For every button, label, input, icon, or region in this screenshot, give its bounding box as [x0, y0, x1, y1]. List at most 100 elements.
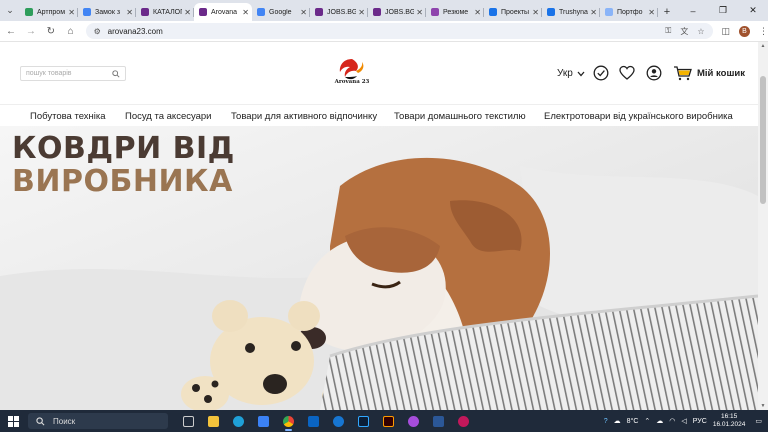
store-icon[interactable] [251, 410, 276, 432]
notifications-icon[interactable]: ▭ [755, 417, 762, 425]
site-info-icon[interactable]: ⚙ [94, 27, 102, 36]
tab-favicon-icon [431, 8, 439, 16]
network-icon[interactable]: ◠ [669, 417, 675, 425]
cart-label[interactable]: Мій кошик [697, 68, 745, 79]
outlook-icon[interactable] [326, 410, 351, 432]
tab-close-icon[interactable]: ✕ [648, 8, 655, 17]
window-controls: – ❐ ✕ [678, 0, 768, 21]
logo-text: Arovana 23 [334, 79, 370, 85]
browser-tab[interactable]: Артпром ✕ [20, 3, 78, 21]
tab-close-icon[interactable]: ✕ [184, 8, 191, 17]
browser-tab[interactable]: Резюме ✕ [426, 3, 484, 21]
illustrator-icon[interactable] [376, 410, 401, 432]
menu-item-appliances[interactable]: Побутова техніка [30, 111, 106, 122]
forward-icon[interactable]: → [22, 22, 40, 40]
menu-item-electronics[interactable]: Електротовари від українського виробника [544, 111, 733, 122]
minimize-icon[interactable]: – [678, 0, 708, 21]
browser-tab[interactable]: Портфо ✕ [600, 3, 658, 21]
address-bar[interactable]: ⚙ arovana23.com ⚿ 文 ☆ [85, 23, 713, 39]
back-icon[interactable]: ← [2, 22, 20, 40]
product-search-input[interactable]: пошук товарів [20, 66, 126, 81]
browser-tab[interactable]: JOBS.BG ✕ [310, 3, 368, 21]
browser-tab-strip: ⌄ Артпром ✕ Замок з ✕ КАТАЛОГ ✕ Arovana ✕ Google… [0, 0, 768, 21]
tray-chevron-icon[interactable]: ⌃ [644, 417, 650, 425]
clock[interactable]: 16:15 16.01.2024 [713, 413, 746, 429]
password-key-icon[interactable]: ⚿ [665, 26, 671, 36]
tab-favicon-icon [257, 8, 265, 16]
file-explorer-icon[interactable] [201, 410, 226, 432]
weather-temp[interactable]: 8°C [627, 418, 639, 425]
side-panel-icon[interactable]: ◫ [722, 26, 731, 37]
browser-tab[interactable]: Trushyna ✕ [542, 3, 600, 21]
tab-close-icon[interactable]: ✕ [242, 8, 249, 17]
hero-banner[interactable]: КОВДРИ ВІД ВИРОБНИКА [0, 126, 758, 410]
cart-icon[interactable] [673, 65, 693, 81]
photoshop-icon[interactable] [351, 410, 376, 432]
tab-close-icon[interactable]: ✕ [300, 8, 307, 17]
browser-menu-icon[interactable]: ⋮ [759, 26, 768, 37]
tab-title: Arovana [211, 8, 238, 16]
weather-icon[interactable]: ☁ [614, 417, 621, 425]
browser-tab[interactable]: Замок з ✕ [78, 3, 136, 21]
tab-title: Артпром [37, 8, 66, 16]
tab-close-icon[interactable]: ✕ [416, 8, 423, 17]
tab-favicon-icon [25, 8, 33, 16]
mail-icon[interactable] [301, 410, 326, 432]
page-scrollbar[interactable]: ▲ ▼ [758, 42, 768, 410]
tab-title: Портфо [617, 8, 643, 16]
media-player-icon[interactable] [451, 410, 476, 432]
menu-item-outdoor[interactable]: Товари для активного відпочинку [231, 111, 377, 122]
volume-icon[interactable]: ◁ [681, 417, 686, 425]
account-user-icon[interactable] [646, 65, 662, 81]
windows-taskbar: Поиск ? ☁ 8°C ⌃ ☁ ◠ ◁ РУС 16:15 16.01.20… [0, 410, 768, 432]
tab-favicon-icon [373, 8, 381, 16]
messenger-icon[interactable] [401, 410, 426, 432]
search-placeholder: пошук товарів [26, 70, 72, 77]
browser-tab[interactable]: Google ✕ [252, 3, 310, 21]
scrollbar-thumb[interactable] [760, 76, 766, 204]
tab-close-icon[interactable]: ✕ [532, 8, 539, 17]
clock-date: 16.01.2024 [712, 421, 746, 428]
task-view-icon[interactable] [176, 410, 201, 432]
scroll-down-icon[interactable]: ▼ [758, 403, 768, 409]
reload-icon[interactable]: ↻ [42, 22, 60, 40]
taskbar-search-label: Поиск [53, 416, 76, 426]
tab-close-icon[interactable]: ✕ [126, 8, 133, 17]
web-page: пошук товарів Arovana 23 Укр Мій кошик П… [0, 42, 758, 410]
tab-close-icon[interactable]: ✕ [68, 8, 75, 17]
tab-search-icon[interactable]: ⌄ [0, 0, 20, 21]
tab-close-icon[interactable]: ✕ [474, 8, 481, 17]
tab-title: Trushyna [559, 8, 588, 16]
input-language[interactable]: РУС [693, 418, 707, 425]
menu-item-textile[interactable]: Товари домашнього текстилю [394, 111, 526, 122]
scroll-up-icon[interactable]: ▲ [758, 43, 768, 49]
tab-favicon-icon [315, 8, 323, 16]
new-tab-icon[interactable]: + [658, 3, 676, 21]
bookmark-star-icon[interactable]: ☆ [697, 27, 704, 36]
windows-start-icon[interactable] [0, 410, 26, 432]
edge-browser-icon[interactable] [226, 410, 251, 432]
browser-tab[interactable]: Проекты ✕ [484, 3, 542, 21]
help-icon[interactable]: ? [604, 418, 608, 425]
tab-close-icon[interactable]: ✕ [590, 8, 597, 17]
home-icon[interactable]: ⌂ [62, 22, 80, 40]
search-icon[interactable] [112, 69, 120, 78]
browser-tab[interactable]: JOBS.BG ✕ [368, 3, 426, 21]
browser-tab[interactable]: КАТАЛОГ ✕ [136, 3, 194, 21]
tab-close-icon[interactable]: ✕ [358, 8, 365, 17]
maximize-icon[interactable]: ❐ [708, 0, 738, 21]
compare-check-icon[interactable] [593, 65, 609, 81]
wishlist-heart-icon[interactable] [619, 65, 635, 81]
word-icon[interactable] [426, 410, 451, 432]
menu-item-dishes[interactable]: Посуд та аксесуари [125, 111, 212, 122]
profile-avatar[interactable]: B [739, 25, 750, 37]
translate-icon[interactable]: 文 [680, 26, 688, 37]
category-menu: Побутова техніка Посуд та аксесуари Това… [0, 104, 758, 126]
chrome-browser-icon[interactable] [276, 410, 301, 432]
tab-list: Артпром ✕ Замок з ✕ КАТАЛОГ ✕ Arovana ✕ Google ✕ J… [20, 0, 658, 21]
language-selector[interactable]: Укр [557, 68, 585, 79]
browser-tab[interactable]: Arovana ✕ [194, 3, 252, 21]
taskbar-search-input[interactable]: Поиск [28, 413, 168, 429]
cloud-sync-icon[interactable]: ☁ [656, 417, 663, 425]
close-window-icon[interactable]: ✕ [738, 0, 768, 21]
